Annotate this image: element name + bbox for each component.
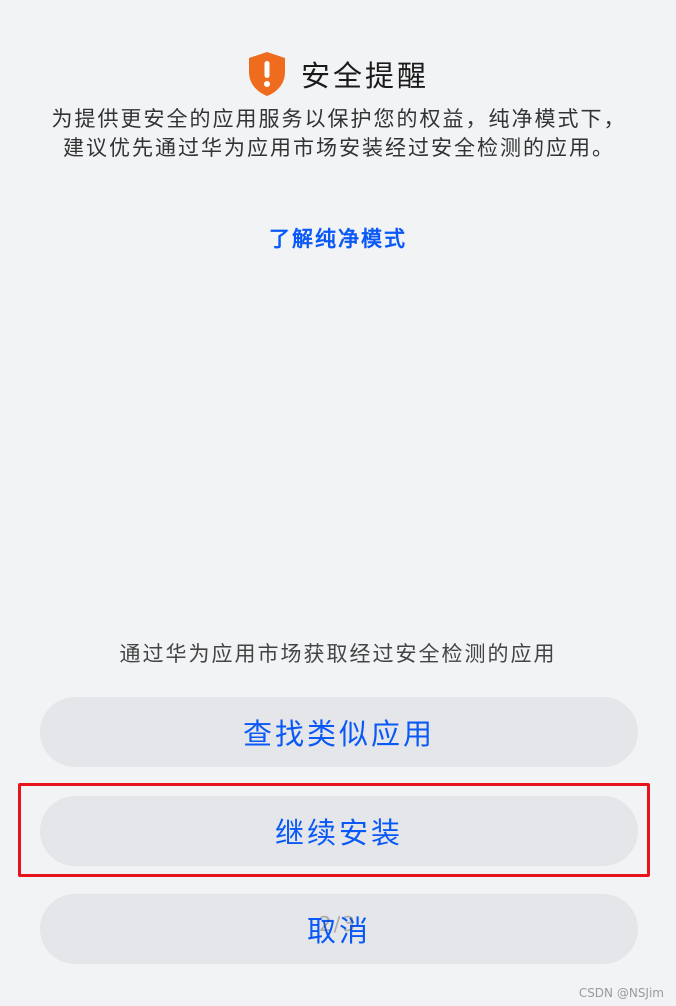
dialog-title: 安全提醒 bbox=[300, 59, 429, 93]
continue-install-button[interactable]: 继续安装 bbox=[40, 796, 638, 866]
install-hint-text: 通过华为应用市场获取经过安全检测的应用 bbox=[119, 642, 557, 666]
cancel-button[interactable]: 取消 bbox=[40, 894, 638, 964]
dialog-header: 安全提醒 bbox=[0, 47, 676, 101]
find-similar-apps-button[interactable]: 查找类似应用 bbox=[40, 697, 638, 767]
dialog-description: 为提供更安全的应用服务以保护您的权益，纯净模式下，建议优先通过华为应用市场安装经… bbox=[51, 107, 627, 160]
warning-shield-icon bbox=[248, 52, 285, 96]
watermark: CSDN @NSJim bbox=[578, 986, 664, 1000]
learn-pure-mode-link[interactable]: 了解纯净模式 bbox=[0, 223, 676, 253]
